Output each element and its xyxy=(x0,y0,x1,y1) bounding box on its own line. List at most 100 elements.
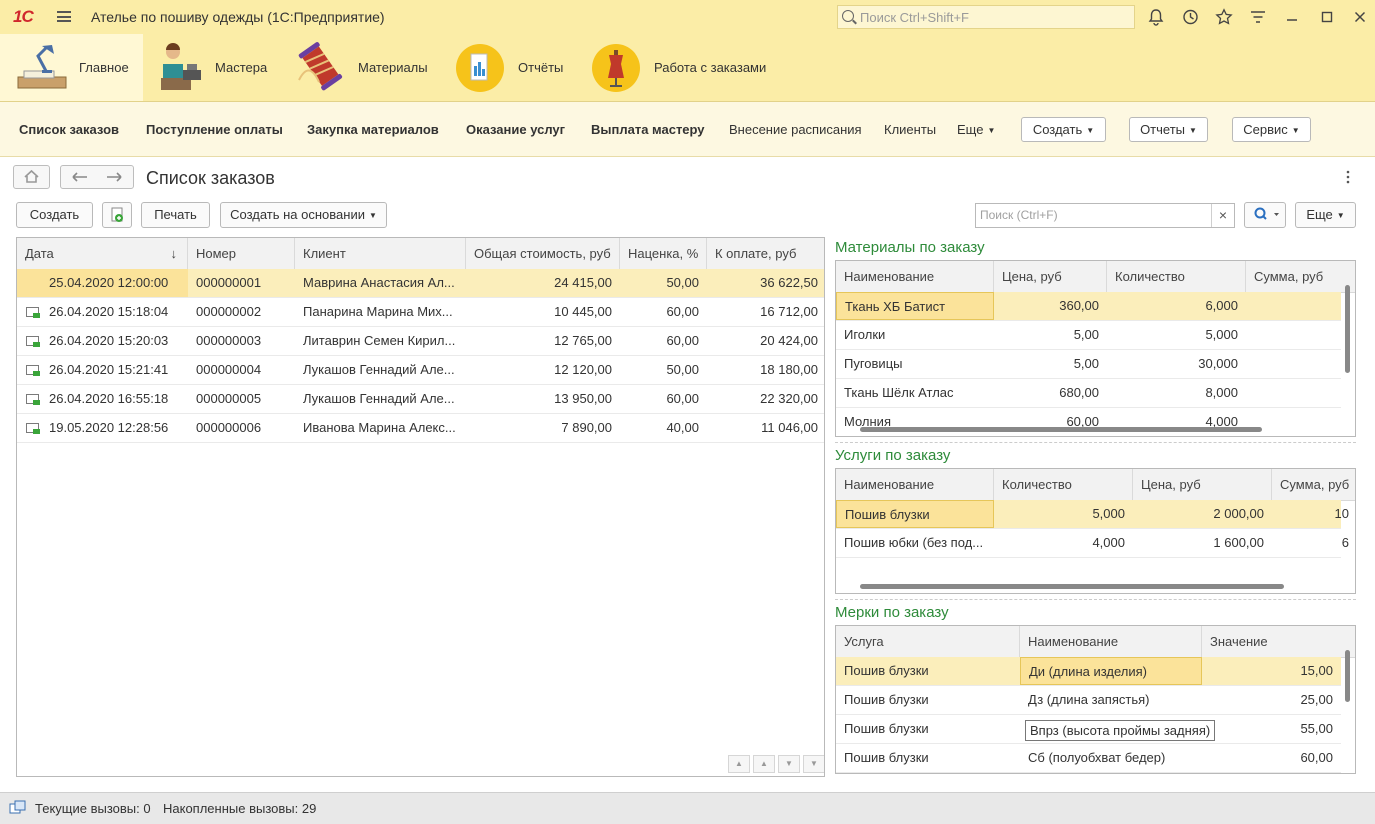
measure-row-cell: Пошив блузки xyxy=(836,686,1020,714)
measure-row[interactable]: Пошив блузки Сб (полуобхват бедер) 60,00 xyxy=(836,744,1341,773)
cell-to-pay: 22 320,00 xyxy=(707,385,824,413)
measures-vscroll[interactable] xyxy=(1345,650,1350,702)
nav-materials-purchase[interactable]: Закупка материалов xyxy=(307,122,439,137)
create-button[interactable]: Создать xyxy=(16,202,93,228)
form-menu-icon[interactable] xyxy=(1344,170,1352,184)
materials-hscroll[interactable] xyxy=(860,427,1262,432)
mat-col-name[interactable]: Наименование xyxy=(836,261,994,292)
table-row[interactable]: 26.04.2020 15:20:03 000000003 Литаврин Сем… xyxy=(17,327,824,356)
scroll-up-button[interactable]: ▲ xyxy=(753,755,775,773)
srv-col-sum[interactable]: Сумма, руб xyxy=(1272,469,1355,500)
clear-search-button[interactable]: × xyxy=(1211,204,1234,227)
mat-col-price[interactable]: Цена, руб xyxy=(994,261,1107,292)
material-row[interactable]: Ткань Шёлк Атлас 680,00 8,000 xyxy=(836,379,1341,408)
settings-menu-icon[interactable] xyxy=(1249,8,1267,26)
material-row[interactable]: Молния 60,00 4,000 xyxy=(836,408,1341,436)
back-arrow-icon[interactable] xyxy=(61,166,97,188)
msr-col-value[interactable]: Значение xyxy=(1202,626,1341,657)
cell-total-text: 7 890,00 xyxy=(561,420,612,435)
service-row[interactable]: Пошив юбки (без под... 4,000 1 600,00 6 xyxy=(836,529,1349,558)
material-row-text: 6,000 xyxy=(1205,298,1238,313)
msr-col-service[interactable]: Услуга xyxy=(836,626,1020,657)
more-button[interactable]: Еще ▼ xyxy=(1295,202,1356,228)
col-to-pay[interactable]: К оплате, руб xyxy=(707,238,824,269)
server-calls-icon[interactable] xyxy=(9,800,27,816)
forward-arrow-icon[interactable] xyxy=(97,166,133,188)
table-row[interactable]: 26.04.2020 15:21:41 000000004 Лукашов Генн… xyxy=(17,356,824,385)
mat-col-qty[interactable]: Количество xyxy=(1107,261,1246,292)
nav-services[interactable]: Оказание услуг xyxy=(466,122,565,137)
main-menu-icon[interactable] xyxy=(57,11,71,22)
section-materials-label: Материалы xyxy=(358,60,428,75)
scroll-top-button[interactable]: ▲ xyxy=(728,755,750,773)
material-row-text: 5,00 xyxy=(1073,356,1099,371)
minimize-icon[interactable] xyxy=(1283,8,1301,26)
measure-row[interactable]: Пошив блузки Ди (длина изделия) 15,00 xyxy=(836,657,1341,686)
section-orders[interactable]: Работа с заказами xyxy=(578,34,778,101)
nav-clients[interactable]: Клиенты xyxy=(884,122,936,137)
reports-menu-button[interactable]: Отчеты ▼ xyxy=(1129,117,1208,142)
service-row[interactable]: Пошив блузки 5,000 2 000,00 10 xyxy=(836,500,1349,529)
nav-master-payout[interactable]: Выплата мастеру xyxy=(591,122,705,137)
col-date[interactable]: Дата ↓ xyxy=(17,238,188,269)
list-search-input[interactable]: Поиск (Ctrl+F) × xyxy=(975,203,1235,228)
print-button[interactable]: Печать xyxy=(141,202,210,228)
create-menu-button[interactable]: Создать ▼ xyxy=(1021,117,1106,142)
cell-date: 26.04.2020 15:18:04 xyxy=(17,298,188,326)
cell-markup-text: 50,00 xyxy=(666,362,699,377)
section-reports[interactable]: Отчёты xyxy=(443,34,578,101)
cell-number: 000000001 xyxy=(188,269,295,297)
nav-schedule-entry[interactable]: Внесение расписания xyxy=(729,122,862,137)
col-number[interactable]: Номер xyxy=(188,238,295,269)
nav-more[interactable]: Еще ▼ xyxy=(957,122,995,137)
mat-col-sum[interactable]: Сумма, руб xyxy=(1246,261,1355,292)
cell-number-text: 000000003 xyxy=(196,333,262,348)
col-client[interactable]: Клиент xyxy=(295,238,466,269)
section-main[interactable]: Главное xyxy=(0,34,143,101)
service-menu-button[interactable]: Сервис ▼ xyxy=(1232,117,1311,142)
measure-row-text: Ди (длина изделия) xyxy=(1029,664,1147,679)
measure-row-text: 55,00 xyxy=(1300,721,1333,736)
material-row[interactable]: Иголки 5,00 5,000 xyxy=(836,321,1341,350)
copy-button[interactable] xyxy=(102,202,132,228)
home-button[interactable] xyxy=(13,165,50,189)
measure-row[interactable]: Пошив блузки Дз (длина запястья) 25,00 xyxy=(836,686,1341,715)
global-search-input[interactable]: Поиск Ctrl+Shift+F xyxy=(837,5,1135,29)
close-icon[interactable] xyxy=(1351,8,1369,26)
nav-orders-list[interactable]: Список заказов xyxy=(19,122,119,137)
chevron-down-icon: ▼ xyxy=(987,126,996,135)
table-row[interactable]: 26.04.2020 16:55:18 000000005 Лукашов Генн… xyxy=(17,385,824,414)
table-row[interactable]: 26.04.2020 15:18:04 000000002 Панарина Мар… xyxy=(17,298,824,327)
history-icon[interactable] xyxy=(1181,8,1199,26)
msr-col-name[interactable]: Наименование xyxy=(1020,626,1202,657)
cell-to-pay-text: 18 180,00 xyxy=(760,362,818,377)
material-row-cell xyxy=(1246,350,1355,378)
maximize-icon[interactable] xyxy=(1318,8,1336,26)
section-masters-label: Мастера xyxy=(215,60,268,75)
search-button[interactable] xyxy=(1244,202,1286,228)
material-row[interactable]: Пуговицы 5,00 30,000 xyxy=(836,350,1341,379)
nav-payment-receipt[interactable]: Поступление оплаты xyxy=(146,122,283,137)
services-hscroll[interactable] xyxy=(860,584,1284,589)
create-based-on-button[interactable]: Создать на основании ▼ xyxy=(220,202,387,228)
material-row-text: 5,00 xyxy=(1073,327,1099,342)
material-row[interactable]: Ткань ХБ Батист 360,00 6,000 xyxy=(836,292,1341,321)
srv-col-name[interactable]: Наименование xyxy=(836,469,994,500)
bell-icon[interactable] xyxy=(1147,8,1165,26)
table-row[interactable]: 25.04.2020 12:00:00 000000001 Маврина Анас… xyxy=(17,269,824,298)
section-materials[interactable]: Материалы xyxy=(283,34,443,101)
scroll-down-button[interactable]: ▼ xyxy=(778,755,800,773)
cell-client-text: Иванова Марина Алекс... xyxy=(303,420,456,435)
cell-total: 12 765,00 xyxy=(466,327,620,355)
table-row[interactable]: 19.05.2020 12:28:56 000000006 Иванова Мари… xyxy=(17,414,824,443)
srv-col-price[interactable]: Цена, руб xyxy=(1133,469,1272,500)
srv-col-qty[interactable]: Количество xyxy=(994,469,1133,500)
materials-vscroll[interactable] xyxy=(1345,285,1350,373)
cell-number: 000000004 xyxy=(188,356,295,384)
star-icon[interactable] xyxy=(1215,8,1233,26)
section-masters[interactable]: Мастера xyxy=(143,34,283,101)
scroll-bottom-button[interactable]: ▼ xyxy=(803,755,824,773)
material-row-cell xyxy=(1246,292,1355,320)
col-markup[interactable]: Наценка, % xyxy=(620,238,707,269)
col-total[interactable]: Общая стоимость, руб xyxy=(466,238,620,269)
